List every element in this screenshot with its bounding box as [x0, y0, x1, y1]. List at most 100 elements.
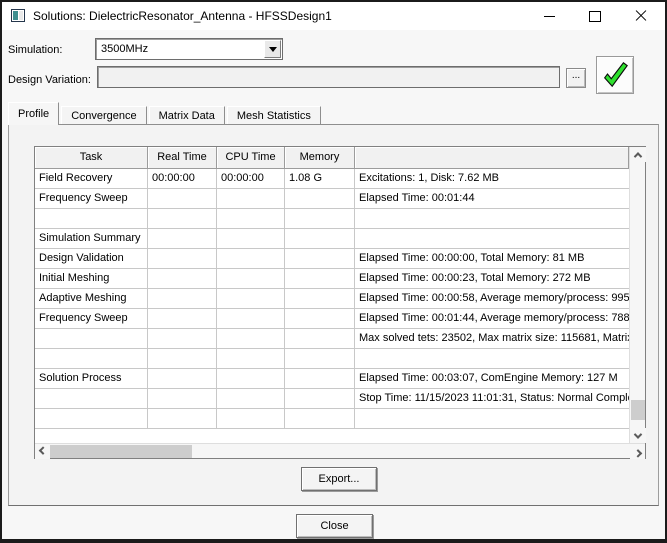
close-window-button[interactable] [625, 2, 657, 30]
header-info[interactable] [355, 147, 629, 169]
cell-cpu-time [217, 329, 285, 349]
cell-cpu-time [217, 289, 285, 309]
cell-task: Solution Process [35, 369, 148, 389]
cell-memory [285, 249, 355, 269]
horizontal-scrollbar[interactable] [35, 443, 645, 458]
tab-strip: Profile Convergence Matrix Data Mesh Sta… [8, 102, 323, 125]
scroll-right-button[interactable] [630, 444, 645, 459]
table-row[interactable]: Design Validation Elapsed Time: 00:00:00… [35, 249, 629, 269]
cell-task [35, 409, 148, 429]
header-task[interactable]: Task [35, 147, 148, 169]
check-icon [600, 60, 630, 90]
cell-real-time [148, 309, 217, 329]
window-title: Solutions: DielectricResonator_Antenna -… [33, 9, 332, 23]
cell-info: Elapsed Time: 00:03:07, ComEngine Memory… [355, 369, 629, 389]
cell-real-time [148, 209, 217, 229]
table-row[interactable]: Frequency Sweep Elapsed Time: 00:01:44 [35, 189, 629, 209]
tab-mesh-statistics[interactable]: Mesh Statistics [227, 106, 321, 125]
cell-info: Stop Time: 11/15/2023 11:01:31, Status: … [355, 389, 629, 409]
table-row[interactable] [35, 409, 629, 429]
cell-memory [285, 389, 355, 409]
table-row[interactable]: Initial Meshing Elapsed Time: 00:00:23, … [35, 269, 629, 289]
header-real-time[interactable]: Real Time [148, 147, 217, 169]
cell-task: Field Recovery [35, 169, 148, 189]
table-row[interactable]: Field Recovery 00:00:00 00:00:00 1.08 G … [35, 169, 629, 189]
cell-memory: 1.08 G [285, 169, 355, 189]
cell-memory [285, 309, 355, 329]
cell-memory [285, 229, 355, 249]
browse-button[interactable]: ... [566, 68, 586, 88]
cell-task [35, 349, 148, 369]
profile-tab-page: Task Real Time CPU Time Memory Field Rec… [8, 124, 659, 506]
table-row[interactable] [35, 209, 629, 229]
tab-convergence[interactable]: Convergence [61, 106, 146, 125]
apply-check-button[interactable] [596, 56, 634, 94]
cell-info: Excitations: 1, Disk: 7.62 MB [355, 169, 629, 189]
cell-cpu-time [217, 409, 285, 429]
tab-profile[interactable]: Profile [8, 102, 59, 125]
dropdown-arrow-button[interactable] [264, 40, 281, 58]
minimize-button[interactable] [533, 2, 565, 30]
cell-cpu-time [217, 209, 285, 229]
cell-cpu-time: 00:00:00 [217, 169, 285, 189]
scroll-left-button[interactable] [35, 444, 50, 459]
cell-task: Simulation Summary [35, 229, 148, 249]
design-variation-field[interactable] [97, 66, 560, 88]
chevron-down-icon [634, 430, 642, 438]
table-row[interactable]: Adaptive Meshing Elapsed Time: 00:00:58,… [35, 289, 629, 309]
cell-real-time [148, 289, 217, 309]
cell-info: Elapsed Time: 00:01:44 [355, 189, 629, 209]
vertical-scroll-thumb[interactable] [631, 400, 645, 420]
table-row[interactable]: Solution Process Elapsed Time: 00:03:07,… [35, 369, 629, 389]
cell-info: Max solved tets: 23502, Max matrix size:… [355, 329, 629, 349]
tab-matrix-data[interactable]: Matrix Data [149, 106, 225, 125]
cell-info: Elapsed Time: 00:00:00, Total Memory: 81… [355, 249, 629, 269]
header-cpu-time[interactable]: CPU Time [217, 147, 285, 169]
cell-real-time [148, 249, 217, 269]
cell-task: Initial Meshing [35, 269, 148, 289]
table-row[interactable]: Stop Time: 11/15/2023 11:01:31, Status: … [35, 389, 629, 409]
cell-memory [285, 369, 355, 389]
cell-memory [285, 209, 355, 229]
table-row[interactable] [35, 349, 629, 369]
design-variation-label: Design Variation: [8, 74, 91, 86]
cell-info: Elapsed Time: 00:01:44, Average memory/p… [355, 309, 629, 329]
vertical-scrollbar[interactable] [629, 147, 645, 443]
table-header-row: Task Real Time CPU Time Memory [35, 147, 629, 169]
cell-real-time [148, 189, 217, 209]
scroll-up-button[interactable] [630, 147, 646, 162]
cell-cpu-time [217, 369, 285, 389]
simulation-dropdown[interactable]: 3500MHz [95, 38, 283, 60]
title-bar: Solutions: DielectricResonator_Antenna -… [2, 2, 665, 30]
cell-cpu-time [217, 349, 285, 369]
cell-cpu-time [217, 389, 285, 409]
cell-task: Frequency Sweep [35, 309, 148, 329]
cell-memory [285, 189, 355, 209]
cell-info: Elapsed Time: 00:00:23, Total Memory: 27… [355, 269, 629, 289]
solutions-dialog: Solutions: DielectricResonator_Antenna -… [0, 0, 667, 543]
table-row[interactable]: Simulation Summary [35, 229, 629, 249]
scroll-down-button[interactable] [630, 428, 646, 443]
cell-cpu-time [217, 249, 285, 269]
minimize-icon [544, 16, 555, 17]
export-button[interactable]: Export... [301, 467, 377, 491]
cell-memory [285, 409, 355, 429]
cell-cpu-time [217, 309, 285, 329]
horizontal-scroll-thumb[interactable] [50, 445, 192, 458]
chevron-up-icon [634, 152, 642, 160]
app-icon [11, 9, 25, 22]
close-icon [635, 10, 647, 22]
maximize-icon [589, 11, 601, 22]
header-memory[interactable]: Memory [285, 147, 355, 169]
profile-table: Task Real Time CPU Time Memory Field Rec… [34, 146, 646, 459]
cell-real-time [148, 369, 217, 389]
table-row[interactable]: Frequency Sweep Elapsed Time: 00:01:44, … [35, 309, 629, 329]
cell-task: Frequency Sweep [35, 189, 148, 209]
cell-real-time [148, 229, 217, 249]
close-button[interactable]: Close [296, 514, 373, 538]
table-row[interactable]: Max solved tets: 23502, Max matrix size:… [35, 329, 629, 349]
cell-info [355, 409, 629, 429]
maximize-button[interactable] [579, 2, 611, 30]
chevron-right-icon [633, 449, 641, 457]
chevron-down-icon [269, 47, 277, 52]
